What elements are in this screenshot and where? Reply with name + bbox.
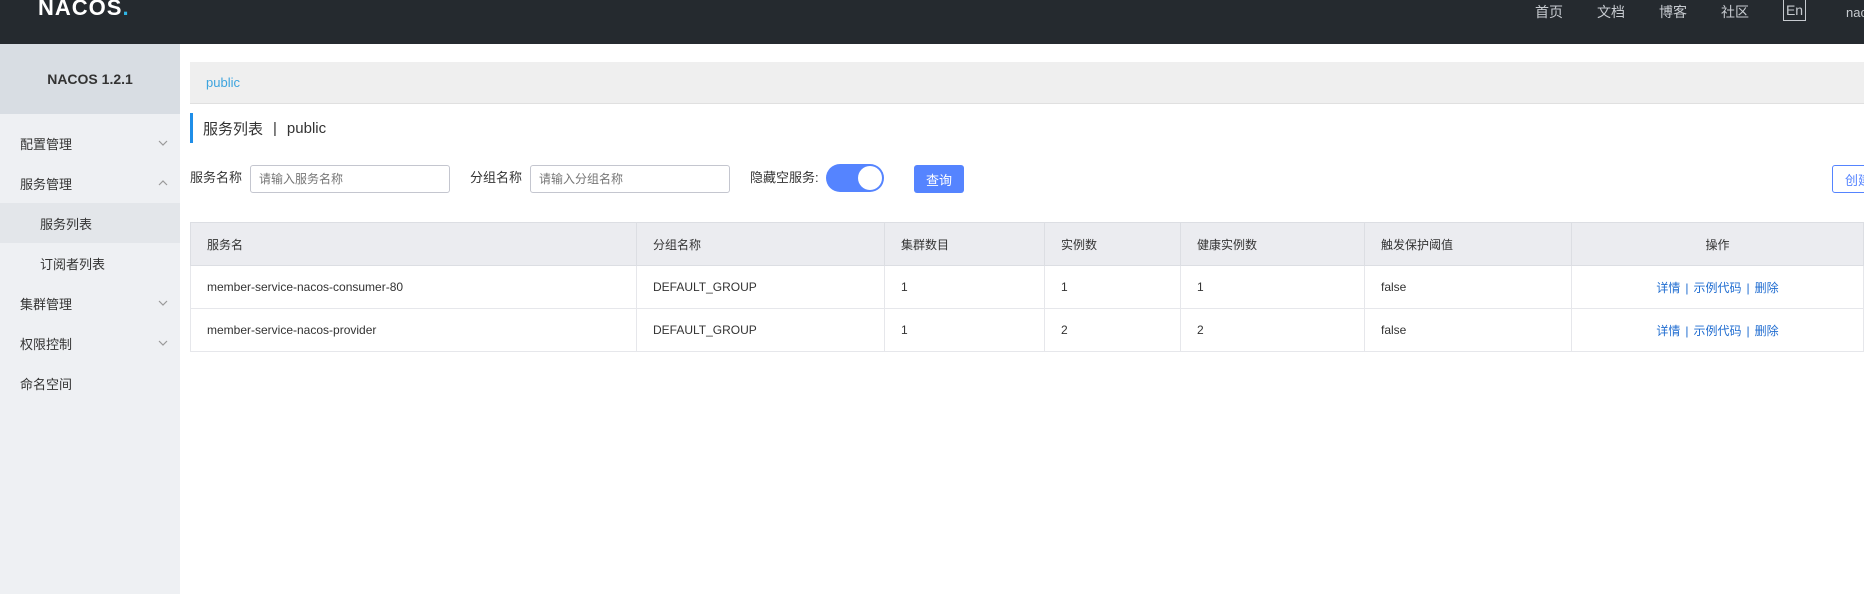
title-separator: | bbox=[273, 119, 277, 137]
query-button[interactable]: 查询 bbox=[914, 165, 964, 193]
column-header-protect-threshold[interactable]: 触发保护阈值 bbox=[1364, 222, 1572, 266]
sample-code-link[interactable]: 示例代码 bbox=[1693, 324, 1741, 338]
cell-group-name: DEFAULT_GROUP bbox=[636, 308, 885, 352]
delete-link[interactable]: 删除 bbox=[1755, 281, 1779, 295]
hide-empty-toggle[interactable] bbox=[826, 164, 884, 192]
sidebar-item-service-list[interactable]: 服务列表 bbox=[0, 203, 180, 243]
page-title: 服务列表 | public bbox=[190, 113, 326, 143]
top-header: NACOS. 首页 文档 博客 社区 En nacos bbox=[0, 0, 1864, 44]
nav-docs-link[interactable]: 文档 bbox=[1597, 2, 1625, 22]
cell-protect-threshold: false bbox=[1364, 308, 1572, 352]
op-separator: | bbox=[1746, 323, 1750, 338]
hide-empty-label: 隐藏空服务: bbox=[750, 170, 819, 185]
cell-group-name: DEFAULT_GROUP bbox=[636, 265, 885, 309]
service-name-input[interactable] bbox=[250, 165, 450, 193]
main-content: public 服务列表 | public 服务名称 分组名称 隐藏空服务: 查询… bbox=[180, 44, 1864, 594]
chevron-down-icon bbox=[158, 338, 168, 348]
table-row: member-service-nacos-consumer-80 DEFAULT… bbox=[190, 265, 1864, 309]
sidebar-item-label: 权限控制 bbox=[20, 336, 73, 352]
detail-link[interactable]: 详情 bbox=[1656, 281, 1680, 295]
sidebar-item-label: 配置管理 bbox=[20, 136, 73, 152]
group-name-input[interactable] bbox=[530, 165, 730, 193]
sidebar-item-service-management[interactable]: 服务管理 bbox=[0, 163, 180, 203]
sidebar-item-config-management[interactable]: 配置管理 bbox=[0, 123, 180, 163]
logo-dot: . bbox=[122, 0, 130, 20]
sidebar-item-namespace[interactable]: 命名空间 bbox=[0, 363, 180, 403]
cell-service-name: member-service-nacos-consumer-80 bbox=[190, 265, 637, 309]
sidebar-item-label: 服务管理 bbox=[20, 176, 73, 192]
sidebar-item-subscriber-list[interactable]: 订阅者列表 bbox=[0, 243, 180, 283]
chevron-down-icon bbox=[158, 298, 168, 308]
sidebar-item-cluster-management[interactable]: 集群管理 bbox=[0, 283, 180, 323]
cell-cluster-count: 1 bbox=[884, 308, 1045, 352]
column-header-instance-count[interactable]: 实例数 bbox=[1044, 222, 1181, 266]
cell-instance-count: 2 bbox=[1044, 308, 1181, 352]
create-service-button[interactable]: 创建服务 bbox=[1832, 165, 1864, 193]
detail-link[interactable]: 详情 bbox=[1656, 324, 1680, 338]
nav-community-link[interactable]: 社区 bbox=[1721, 2, 1749, 22]
nav-home-link[interactable]: 首页 bbox=[1535, 2, 1563, 22]
cell-service-name: member-service-nacos-provider bbox=[190, 308, 637, 352]
cell-healthy-count: 2 bbox=[1180, 308, 1365, 352]
column-header-operations: 操作 bbox=[1571, 222, 1864, 266]
toggle-knob bbox=[858, 166, 882, 190]
page-title-namespace: public bbox=[286, 119, 327, 137]
nav-blog-link[interactable]: 博客 bbox=[1659, 2, 1687, 22]
cell-operations: 详情 | 示例代码 | 删除 bbox=[1571, 308, 1864, 352]
column-header-service-name[interactable]: 服务名 bbox=[190, 222, 637, 266]
chevron-down-icon bbox=[158, 138, 168, 148]
cell-operations: 详情 | 示例代码 | 删除 bbox=[1571, 265, 1864, 309]
op-separator: | bbox=[1746, 280, 1750, 295]
sidebar: NACOS 1.2.1 配置管理 服务管理 服务列表 订阅者列表 集群管理 权限… bbox=[0, 44, 180, 594]
delete-link[interactable]: 删除 bbox=[1755, 324, 1779, 338]
page-title-text: 服务列表 bbox=[203, 120, 264, 138]
service-table: 服务名 分组名称 集群数目 实例数 健康实例数 触发保护阈值 操作 member… bbox=[190, 222, 1864, 352]
top-nav: 首页 文档 博客 社区 En nacos bbox=[1535, 0, 1864, 24]
sample-code-link[interactable]: 示例代码 bbox=[1693, 281, 1741, 295]
sidebar-item-label: 服务列表 bbox=[40, 216, 93, 232]
service-name-label: 服务名称 bbox=[190, 170, 243, 185]
sidebar-title: NACOS 1.2.1 bbox=[0, 44, 180, 114]
group-name-label: 分组名称 bbox=[470, 170, 523, 185]
column-header-healthy-count[interactable]: 健康实例数 bbox=[1180, 222, 1365, 266]
user-menu[interactable]: nacos bbox=[1846, 5, 1864, 20]
namespace-public-link[interactable]: public bbox=[206, 75, 240, 90]
cell-instance-count: 1 bbox=[1044, 265, 1181, 309]
nacos-logo[interactable]: NACOS. bbox=[38, 0, 130, 21]
cell-protect-threshold: false bbox=[1364, 265, 1572, 309]
table-header-row: 服务名 分组名称 集群数目 实例数 健康实例数 触发保护阈值 操作 bbox=[190, 222, 1864, 266]
sidebar-item-access-control[interactable]: 权限控制 bbox=[0, 323, 180, 363]
op-separator: | bbox=[1685, 280, 1689, 295]
column-header-group-name[interactable]: 分组名称 bbox=[636, 222, 885, 266]
namespace-bar: public bbox=[190, 62, 1864, 104]
op-separator: | bbox=[1685, 323, 1689, 338]
filter-row: 服务名称 分组名称 隐藏空服务: 查询 创建服务 bbox=[190, 163, 1864, 193]
sidebar-item-label: 命名空间 bbox=[20, 376, 73, 392]
cell-cluster-count: 1 bbox=[884, 265, 1045, 309]
chevron-up-icon bbox=[158, 178, 168, 188]
logo-text: NACOS bbox=[38, 0, 123, 20]
sidebar-item-label: 订阅者列表 bbox=[40, 256, 106, 272]
table-row: member-service-nacos-provider DEFAULT_GR… bbox=[190, 308, 1864, 352]
language-switch-button[interactable]: En bbox=[1783, 0, 1806, 21]
cell-healthy-count: 1 bbox=[1180, 265, 1365, 309]
sidebar-item-label: 集群管理 bbox=[20, 296, 73, 312]
column-header-cluster-count[interactable]: 集群数目 bbox=[884, 222, 1045, 266]
